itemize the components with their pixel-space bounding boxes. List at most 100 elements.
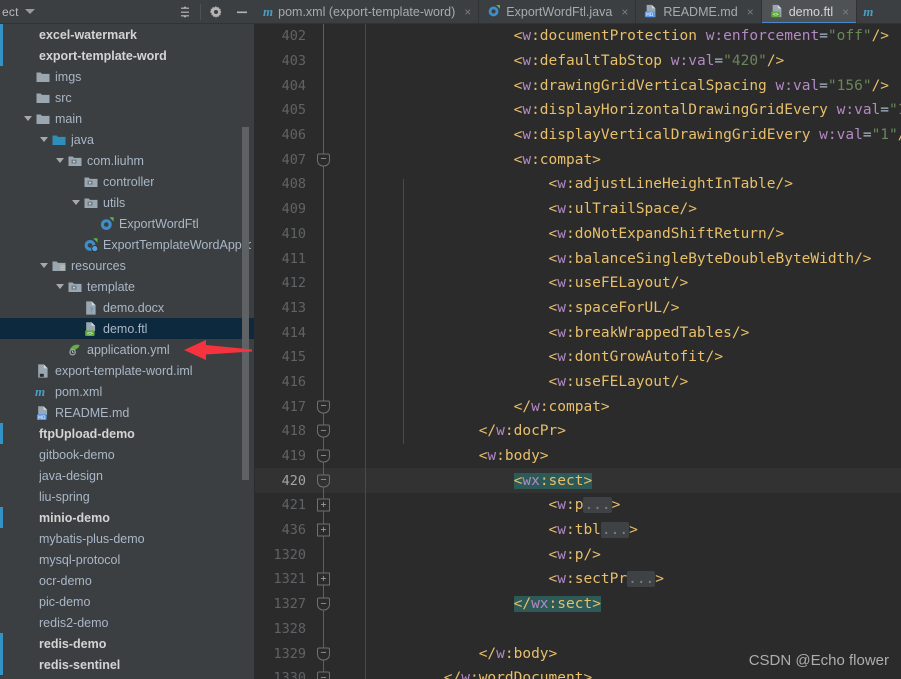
tree-node[interactable]: MD README.md bbox=[0, 402, 255, 423]
tree-node[interactable]: redis2-demo bbox=[0, 612, 255, 633]
tree-node[interactable]: ExportWordFtl bbox=[0, 213, 255, 234]
line-number[interactable]: 421 bbox=[255, 497, 313, 513]
code-text[interactable]: <w:tbl...> bbox=[335, 522, 901, 539]
fold-gutter[interactable] bbox=[313, 172, 335, 197]
fold-gutter[interactable] bbox=[313, 48, 335, 74]
fold-expand-icon[interactable]: + bbox=[317, 498, 330, 512]
line-number[interactable]: 420 bbox=[255, 473, 313, 489]
fold-gutter[interactable]: + bbox=[313, 517, 335, 543]
tree-node[interactable]: ocr-demo bbox=[0, 570, 255, 591]
chevron-down-icon[interactable] bbox=[38, 260, 49, 271]
chevron-down-icon[interactable] bbox=[70, 197, 81, 208]
project-tree[interactable]: excel-watermark export-template-word imgs s… bbox=[0, 24, 255, 679]
code-text[interactable]: </w:compat> bbox=[335, 399, 901, 415]
code-line[interactable]: 407− <w:compat> bbox=[255, 147, 901, 173]
tree-node[interactable]: ExportTemplateWordApplic bbox=[0, 234, 255, 255]
line-number[interactable]: 407 bbox=[255, 152, 313, 168]
tree-node[interactable]: controller bbox=[0, 171, 255, 192]
fold-collapse-icon[interactable]: − bbox=[317, 671, 330, 679]
fold-collapse-icon[interactable]: − bbox=[317, 400, 330, 414]
line-number[interactable]: 416 bbox=[255, 374, 313, 390]
code-line[interactable]: 410 <w:doNotExpandShiftReturn/> bbox=[255, 221, 901, 247]
code-line[interactable]: 421 + <w:p...> bbox=[255, 493, 901, 518]
code-line[interactable]: 414 <w:breakWrappedTables/> bbox=[255, 320, 901, 345]
line-number[interactable]: 436 bbox=[255, 522, 313, 538]
chevron-down-icon[interactable] bbox=[24, 9, 35, 14]
line-number[interactable]: 409 bbox=[255, 201, 313, 217]
minimize-icon[interactable] bbox=[229, 0, 255, 24]
close-icon[interactable]: × bbox=[621, 5, 628, 19]
line-number[interactable]: 404 bbox=[255, 78, 313, 94]
chevron-down-icon[interactable] bbox=[54, 281, 65, 292]
tree-node[interactable]: ? demo.docx bbox=[0, 297, 255, 318]
code-text[interactable]: <w:breakWrappedTables/> bbox=[335, 325, 901, 341]
close-icon[interactable]: × bbox=[464, 5, 471, 19]
fold-gutter[interactable]: − bbox=[313, 394, 335, 419]
line-number[interactable]: 1330 bbox=[255, 670, 313, 679]
code-text[interactable]: <wx:sect> bbox=[335, 472, 901, 489]
code-text[interactable]: <w:spaceForUL/> bbox=[335, 300, 901, 316]
line-number[interactable]: 403 bbox=[255, 53, 313, 69]
project-tool-window-title[interactable]: ect bbox=[0, 5, 19, 19]
code-line-current[interactable]: 420− <wx:sect> bbox=[255, 468, 901, 494]
tree-node[interactable]: resources bbox=[0, 255, 255, 276]
sidebar-scrollbar-thumb[interactable] bbox=[242, 127, 249, 480]
close-icon[interactable]: × bbox=[842, 5, 849, 19]
tree-node[interactable]: com.liuhm bbox=[0, 150, 255, 171]
fold-gutter[interactable]: − bbox=[313, 641, 335, 666]
line-number[interactable]: 413 bbox=[255, 300, 313, 316]
code-line[interactable]: 415 <w:dontGrowAutofit/> bbox=[255, 344, 901, 370]
fold-gutter[interactable] bbox=[313, 24, 335, 49]
fold-gutter[interactable] bbox=[313, 196, 335, 222]
line-number[interactable]: 414 bbox=[255, 325, 313, 341]
code-line[interactable]: 411 <w:balanceSingleByteDoubleByteWidth/… bbox=[255, 246, 901, 271]
code-text[interactable]: <w:doNotExpandShiftReturn/> bbox=[335, 226, 901, 242]
code-line[interactable]: 417− </w:compat> bbox=[255, 394, 901, 419]
tree-node-selected[interactable]: <> demo.ftl bbox=[0, 318, 255, 339]
tree-node[interactable]: application.yml bbox=[0, 339, 255, 360]
editor-tab-pom-xml[interactable]: m pom.xml (export-template-word) × bbox=[255, 0, 480, 23]
fold-gutter[interactable] bbox=[313, 73, 335, 99]
tree-node[interactable]: imgs bbox=[0, 66, 255, 87]
line-number[interactable]: 402 bbox=[255, 28, 313, 44]
tree-node[interactable]: redis-sentinel bbox=[0, 654, 255, 675]
code-line[interactable]: 419− <w:body> bbox=[255, 443, 901, 469]
code-line[interactable]: 405 <w:displayHorizontalDrawingGridEvery… bbox=[255, 98, 901, 123]
code-text[interactable]: <w:p...> bbox=[335, 497, 901, 514]
code-line[interactable]: 1329− </w:body> bbox=[255, 641, 901, 666]
code-line[interactable]: 402 <w:documentProtection w:enforcement=… bbox=[255, 24, 901, 49]
code-line[interactable]: 408 <w:adjustLineHeightInTable/> bbox=[255, 172, 901, 197]
tree-node[interactable]: ftpUpload-demo bbox=[0, 423, 255, 444]
code-line[interactable]: 412 <w:useFELayout/> bbox=[255, 270, 901, 296]
code-lines[interactable]: 402 <w:documentProtection w:enforcement=… bbox=[255, 24, 901, 679]
line-number[interactable]: 419 bbox=[255, 448, 313, 464]
tree-node[interactable]: java bbox=[0, 129, 255, 150]
fold-collapse-icon[interactable]: − bbox=[317, 449, 330, 463]
code-text[interactable]: <w:compat> bbox=[335, 152, 901, 168]
code-line[interactable]: 436 + <w:tbl...> bbox=[255, 517, 901, 543]
fold-collapse-icon[interactable]: − bbox=[317, 647, 330, 661]
line-number[interactable]: 1327 bbox=[255, 596, 313, 612]
tree-node[interactable]: utils bbox=[0, 192, 255, 213]
line-number[interactable]: 418 bbox=[255, 423, 313, 439]
fold-gutter[interactable] bbox=[313, 542, 335, 568]
code-line[interactable]: 1327− </wx:sect> bbox=[255, 591, 901, 617]
tree-node[interactable]: excel-watermark bbox=[0, 24, 255, 45]
fold-gutter[interactable]: − bbox=[313, 591, 335, 617]
code-line[interactable]: 406 <w:displayVerticalDrawingGridEvery w… bbox=[255, 122, 901, 148]
fold-gutter[interactable]: + bbox=[313, 567, 335, 592]
fold-expand-icon[interactable]: + bbox=[317, 523, 330, 537]
tree-node[interactable]: mysql-protocol bbox=[0, 549, 255, 570]
code-text[interactable]: <w:dontGrowAutofit/> bbox=[335, 349, 901, 365]
tree-node[interactable]: redis-demo bbox=[0, 633, 255, 654]
gear-icon[interactable] bbox=[203, 0, 229, 24]
code-line[interactable]: 1330− </w:wordDocument> bbox=[255, 665, 901, 679]
code-line[interactable]: 1328 bbox=[255, 616, 901, 642]
code-line[interactable]: 409 <w:ulTrailSpace/> bbox=[255, 196, 901, 222]
code-text[interactable]: <w:body> bbox=[335, 448, 901, 464]
code-text[interactable]: <w:sectPr...> bbox=[335, 571, 901, 588]
chevron-down-icon[interactable] bbox=[54, 155, 65, 166]
editor-tab-demo-ftl[interactable]: <> demo.ftl × bbox=[761, 0, 858, 23]
fold-gutter[interactable] bbox=[313, 98, 335, 123]
line-number[interactable]: 405 bbox=[255, 102, 313, 118]
